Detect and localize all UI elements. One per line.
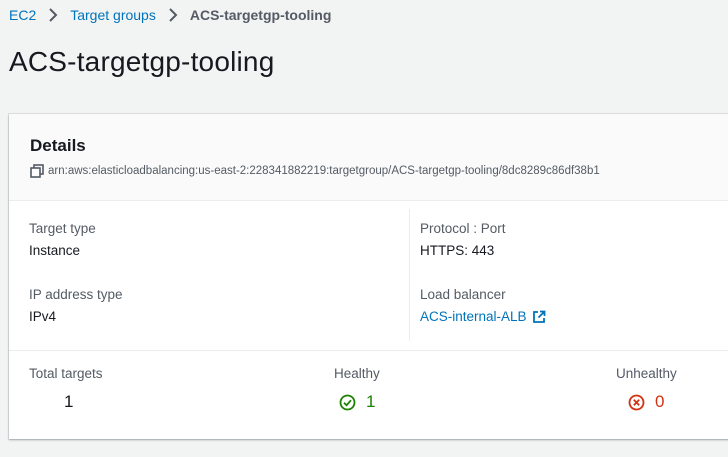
details-panel: Details arn:aws:elasticloadbalancing:us-… xyxy=(9,114,728,439)
load-balancer-label: Load balancer xyxy=(420,287,506,302)
ip-address-type-label: IP address type xyxy=(29,287,123,302)
load-balancer-field: Load balancer ACS-internal-ALB xyxy=(420,287,546,324)
ip-address-type-value: IPv4 xyxy=(29,309,57,324)
arn-text: arn:aws:elasticloadbalancing:us-east-2:2… xyxy=(48,165,600,177)
breadcrumb: EC2 Target groups ACS-targetgp-tooling xyxy=(9,7,331,23)
breadcrumb-ec2-link[interactable]: EC2 xyxy=(9,7,36,23)
healthy-label: Healthy xyxy=(334,366,380,381)
protocol-port-field: Protocol : Port HTTPS: 443 xyxy=(420,221,506,258)
page-title: ACS-targetgp-tooling xyxy=(9,46,275,77)
load-balancer-link[interactable]: ACS-internal-ALB xyxy=(420,309,546,324)
chevron-right-icon xyxy=(42,7,64,23)
details-header: Details arn:aws:elasticloadbalancing:us-… xyxy=(9,114,728,201)
external-link-icon xyxy=(532,310,546,324)
unhealthy-stat: Unhealthy 0 xyxy=(616,366,677,412)
load-balancer-link-text: ACS-internal-ALB xyxy=(420,309,527,324)
unhealthy-label: Unhealthy xyxy=(616,366,677,381)
target-type-field: Target type Instance xyxy=(29,221,96,258)
copy-icon[interactable] xyxy=(30,164,44,178)
details-title: Details xyxy=(30,136,86,155)
details-properties: Target type Instance IP address type IPv… xyxy=(9,201,728,351)
healthy-stat: Healthy 1 xyxy=(334,366,380,412)
column-divider xyxy=(409,209,410,341)
protocol-port-value: HTTPS: 443 xyxy=(420,243,495,258)
chevron-right-icon xyxy=(162,7,184,23)
target-type-value: Instance xyxy=(29,243,81,258)
target-stats: Total targets 1 Healthy 1 Unhealthy 0 xyxy=(9,351,728,439)
total-targets-value: 1 xyxy=(64,392,74,411)
protocol-port-label: Protocol : Port xyxy=(420,221,506,236)
breadcrumb-target-groups-link[interactable]: Target groups xyxy=(70,7,156,23)
breadcrumb-current: ACS-targetgp-tooling xyxy=(189,7,332,23)
total-targets-label: Total targets xyxy=(29,366,103,381)
check-circle-icon xyxy=(339,394,356,411)
ip-address-type-field: IP address type IPv4 xyxy=(29,287,123,324)
arn-row: arn:aws:elasticloadbalancing:us-east-2:2… xyxy=(30,164,728,178)
x-circle-icon xyxy=(628,394,645,411)
unhealthy-value: 0 xyxy=(655,392,665,411)
healthy-value: 1 xyxy=(366,392,376,411)
target-type-label: Target type xyxy=(29,221,96,236)
total-targets-stat: Total targets 1 xyxy=(29,366,103,412)
